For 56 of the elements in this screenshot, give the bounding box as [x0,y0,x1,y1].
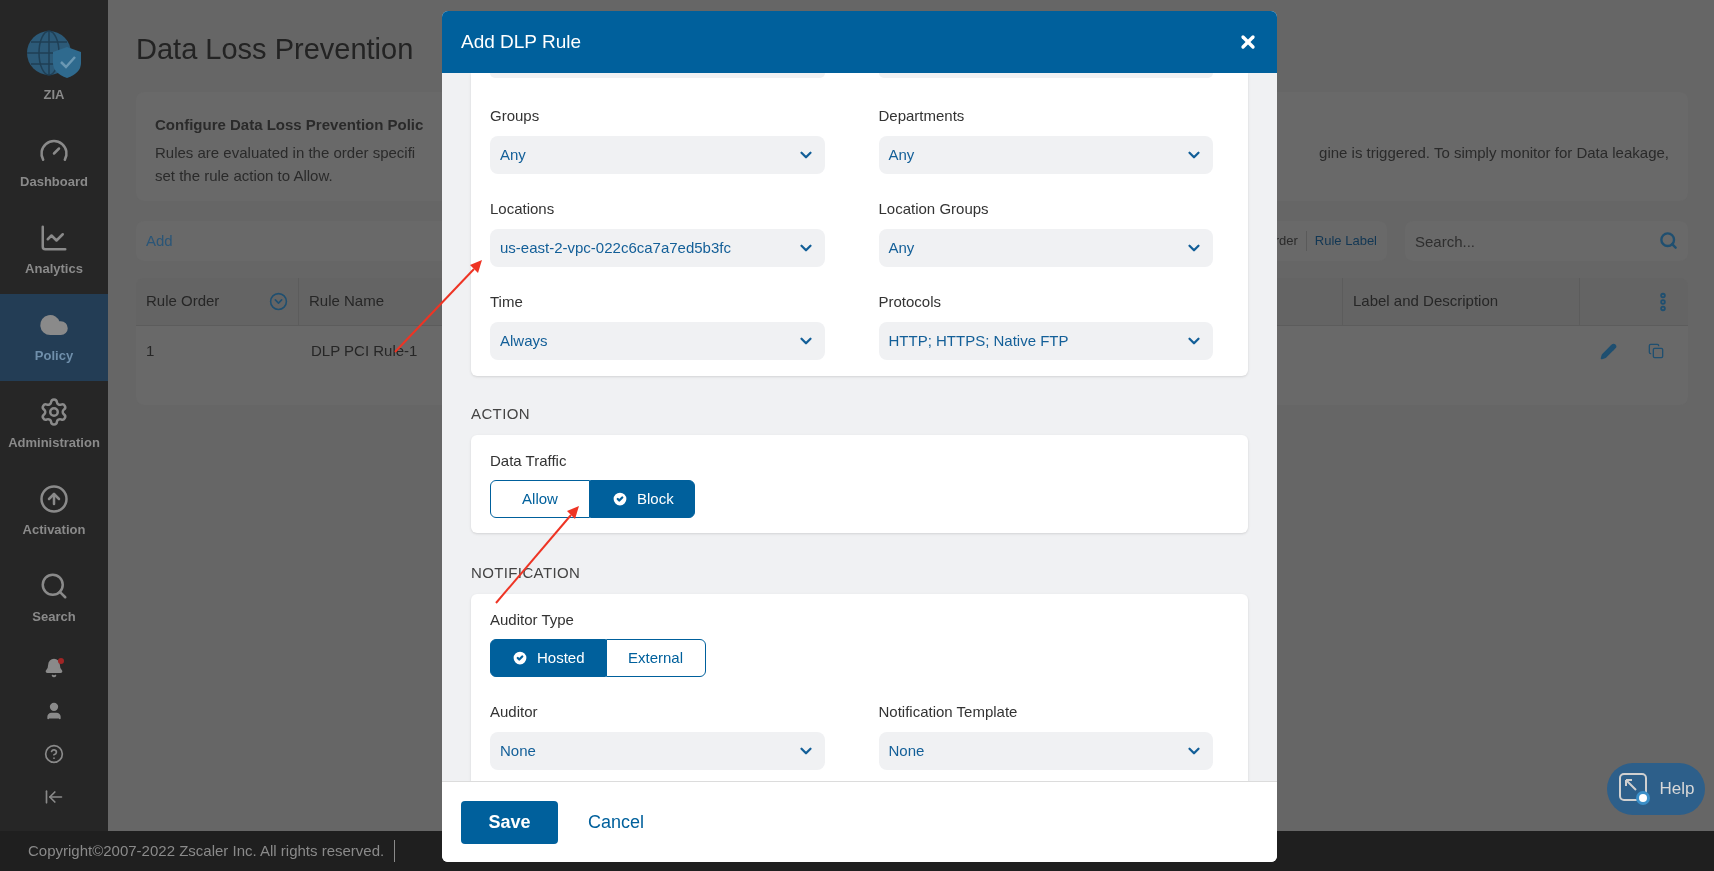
user-icon[interactable] [44,701,64,721]
settings-icon [39,396,69,427]
dropdown-field[interactable]: HTTP; HTTPS; Native FTP [878,322,1213,360]
sidebar-item[interactable]: Policy [0,294,108,381]
field-label: Time [490,292,524,312]
upload-icon [39,483,69,514]
table-cell-text: DLP PCI Rule-1 [311,340,418,361]
check-icon [611,490,629,508]
field-label: Auditor [490,702,539,722]
table-cell-text: 1 [145,340,156,361]
field-label: Notification Template [878,702,1019,722]
toggle-option[interactable]: Allow [490,480,590,518]
page-title: Data Loss Prevention [136,32,414,64]
copyright-text: Copyright©2007-2022 Zscaler Inc. All rights reserved. [28,839,396,863]
field-label: Location Groups [878,199,990,219]
toggle-option[interactable]: Hosted [490,639,606,677]
field-label: Groups [490,106,541,126]
sidebar-item[interactable]: Administration [0,381,108,468]
help-icon[interactable] [44,744,64,764]
toggle-option[interactable]: Block [590,480,695,518]
column-header: Label and Description [1353,291,1499,312]
dialog-title: Add DLP Rule [461,29,582,54]
dropdown-field[interactable]: Any [878,136,1213,174]
sidebar-item[interactable]: Dashboard [0,120,108,207]
globe-shield-icon [25,29,83,80]
field-label: Departments [878,106,966,126]
save-button[interactable]: Save [461,800,558,844]
dropdown-field[interactable]: Any [490,136,825,174]
sidebar-item[interactable]: Search [0,555,108,642]
dropdown-field[interactable]: None [490,732,825,770]
column-header: Rule Order [146,291,220,312]
help-icon [1617,772,1652,806]
dropdown-field[interactable]: None [878,732,1213,770]
sidebar-item[interactable]: ZIA [0,0,108,120]
field-label: Auditor Type [490,610,575,629]
info-text: gine is triggered. To simply monitor for Data leakage, [1319,143,1669,163]
cancel-button[interactable]: Cancel [588,808,645,836]
notifications-button[interactable] [44,658,64,678]
check-icon [511,649,529,667]
field-label: Locations [490,199,556,219]
info-text: set the rule action to Allow. [155,165,334,186]
info-heading: Configure Data Loss Prevention Polic [155,115,424,135]
info-text: Rules are evaluated in the order specifi [155,143,416,163]
dropdown-field[interactable]: us-east-2-vpc-022c6ca7a7ed5b3fc [490,229,825,267]
field-label: Protocols [878,292,943,312]
sidebar-item[interactable]: Analytics [0,207,108,294]
dropdown-field[interactable]: Any [878,229,1213,267]
section-heading: ACTION [471,404,531,423]
collapse-icon[interactable] [44,787,64,807]
close-icon[interactable] [1238,32,1258,52]
column-header: Rule Name [309,291,385,312]
dropdown-field[interactable]: Always [490,322,825,360]
help-button[interactable]: Help [1607,763,1705,815]
field-label: Data Traffic [490,451,568,470]
toggle-option[interactable]: External [605,639,706,677]
sidebar-item[interactable]: Activation [0,468,108,555]
